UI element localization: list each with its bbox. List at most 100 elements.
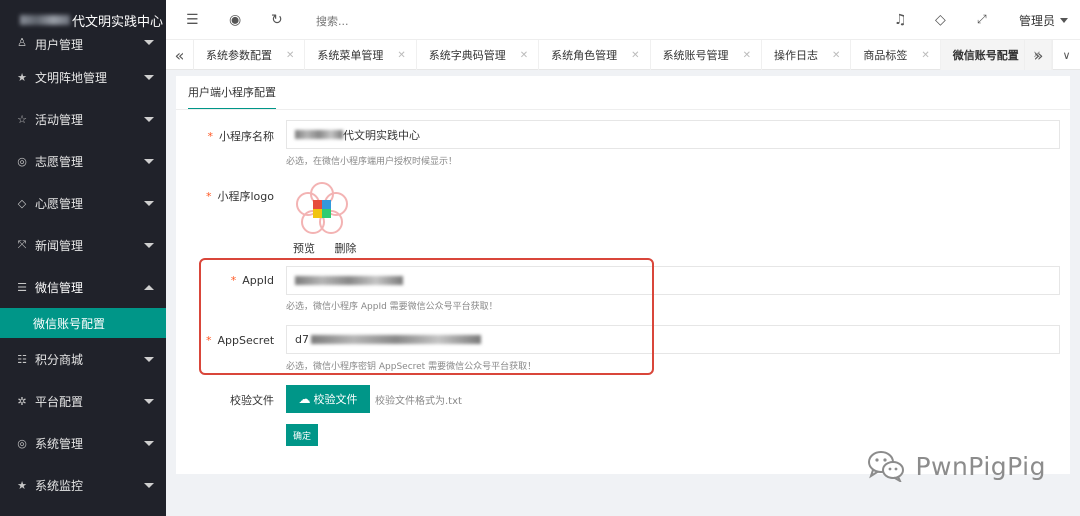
globe-icon[interactable]: ◉ <box>229 12 241 28</box>
tab-accounts[interactable]: 系统账号管理 ✕ <box>651 40 762 70</box>
tabs-dropdown-icon[interactable]: ∨ <box>1052 40 1080 70</box>
sidebar-item-label: 用户管理 <box>35 38 84 52</box>
confirm-button[interactable]: 确定 <box>286 424 318 446</box>
logo-preview-link[interactable]: 预览 <box>293 242 315 255</box>
watermark-text: PwnPigPig <box>915 451 1046 481</box>
verify-file-label: 校验文件 <box>230 394 274 407</box>
sidebar-item-platform-config[interactable]: ✲ 平台配置 <box>0 380 166 422</box>
sidebar-item-label: 文明阵地管理 <box>35 70 108 85</box>
chevron-down-icon <box>144 200 154 206</box>
gear-icon: ✲ <box>17 394 27 408</box>
tag-icon[interactable]: ◇ <box>935 12 946 28</box>
search-input[interactable] <box>316 11 516 31</box>
panel-tab-divider <box>176 109 1070 110</box>
tab-label: 商品标签 <box>863 49 908 62</box>
sidebar-item-wechat[interactable]: ☰ 微信管理 <box>0 266 166 308</box>
wechat-icon <box>867 450 905 484</box>
close-icon[interactable]: ✕ <box>743 50 751 61</box>
panel-tab-miniprogram[interactable]: 用户端小程序配置 <box>188 84 276 110</box>
sidebar-subitem-wechat-account[interactable]: 微信账号配置 <box>0 308 166 338</box>
tab-label: 系统账号管理 <box>662 49 729 62</box>
verify-file-button-label: 校验文件 <box>313 393 358 406</box>
sidebar-item-label: 心愿管理 <box>35 196 84 211</box>
chevron-down-icon <box>144 356 154 362</box>
shield-icon: ◎ <box>17 436 27 450</box>
expand-icon: ⤧ <box>17 238 27 251</box>
tab-label: 微信账号配置 <box>952 49 1019 62</box>
close-icon[interactable]: ✕ <box>921 50 929 61</box>
brand-title: 代文明实践中心 <box>0 0 166 40</box>
chevron-down-icon <box>144 398 154 404</box>
tab-dictionary[interactable]: 系统字典码管理 ✕ <box>417 40 540 70</box>
sidebar-item-users[interactable]: ♙ 用户管理 <box>0 36 166 56</box>
logo-delete-link[interactable]: 删除 <box>335 242 357 255</box>
brand-title-text: 代文明实践中心 <box>72 14 164 30</box>
tab-label: 系统菜单管理 <box>317 49 384 62</box>
refresh-icon[interactable]: ↻ <box>271 12 283 28</box>
tabs-scroll-left-icon[interactable]: « <box>166 40 194 70</box>
tabs-scroll-right-icon[interactable]: » <box>1024 40 1052 70</box>
name-value: 代文明实践中心 <box>343 128 420 142</box>
sidebar-item-wishes[interactable]: ◇ 心愿管理 <box>0 182 166 224</box>
brand-redacted <box>20 15 70 25</box>
name-hint: 必选，在微信小程序端用户授权时候显示！ <box>286 157 458 167</box>
fullscreen-icon[interactable]: ⤢ <box>977 12 987 27</box>
watermark: PwnPigPig <box>867 450 1046 484</box>
logo-actions: 预览 删除 <box>293 240 373 256</box>
star-icon: ★ <box>17 70 27 84</box>
sidebar-item-system-monitor[interactable]: ★ 系统监控 <box>0 464 166 506</box>
tab-label: 系统角色管理 <box>551 49 618 62</box>
logo-label-text: 小程序logo <box>217 190 275 203</box>
highlight-box <box>199 258 654 375</box>
admin-menu[interactable]: 管理员 <box>1019 12 1068 29</box>
tab-label: 系统字典码管理 <box>428 49 506 62</box>
tag-icon: ◇ <box>17 196 27 210</box>
sidebar-item-label: 志愿管理 <box>35 154 84 169</box>
shield-icon: ◎ <box>17 154 27 168</box>
tab-list: 系统参数配置 ✕ 系统菜单管理 ✕ 系统字典码管理 ✕ 系统角色管理 ✕ 系统账号管理 ✕… <box>194 40 1053 70</box>
sidebar-item-label: 活动管理 <box>35 112 84 127</box>
top-bar: ☰ ◉ ↻ ♫ ◇ ⤢ 管理员 <box>166 0 1080 40</box>
tab-system-menu[interactable]: 系统菜单管理 ✕ <box>305 40 417 70</box>
tab-label: 系统参数配置 <box>206 49 272 62</box>
tab-roles[interactable]: 系统角色管理 ✕ <box>539 40 651 70</box>
close-icon[interactable]: ✕ <box>286 50 294 61</box>
close-icon[interactable]: ✕ <box>520 50 528 61</box>
chevron-down-icon <box>144 40 154 45</box>
redacted-text <box>295 130 343 139</box>
bell-icon[interactable]: ♫ <box>894 12 907 28</box>
close-icon[interactable]: ✕ <box>631 50 639 61</box>
sidebar-item-label: 新闻管理 <box>35 238 84 253</box>
close-icon[interactable]: ✕ <box>397 50 405 61</box>
sidebar-item-label: 积分商城 <box>35 352 84 367</box>
verify-file-upload-button[interactable]: ☁ 校验文件 <box>286 385 370 413</box>
sidebar-item-civilization-sites[interactable]: ★ 文明阵地管理 <box>0 56 166 98</box>
star-outline-icon: ☆ <box>17 112 27 126</box>
sidebar-item-label: 系统监控 <box>35 478 84 493</box>
name-label-text: 小程序名称 <box>219 130 274 143</box>
chevron-up-icon <box>144 284 154 290</box>
tab-operation-log[interactable]: 操作日志 ✕ <box>762 40 852 70</box>
sidebar-item-points-mall[interactable]: ☷ 积分商城 <box>0 338 166 380</box>
name-label: * 小程序名称 <box>206 128 275 144</box>
chevron-down-icon <box>144 440 154 446</box>
sidebar-item-news[interactable]: ⤧ 新闻管理 <box>0 224 166 266</box>
close-icon[interactable]: ✕ <box>832 50 840 61</box>
menu-collapse-icon[interactable]: ☰ <box>186 12 199 28</box>
chevron-down-icon <box>144 158 154 164</box>
sidebar-subitem-label: 微信账号配置 <box>0 308 166 338</box>
sidebar: 代文明实践中心 ♙ 用户管理 ★ 文明阵地管理 ☆ 活动管理 ◎ 志愿管理 ◇ 心愿管理 … <box>0 0 166 516</box>
required-mark: * <box>207 130 214 143</box>
sidebar-item-label: 平台配置 <box>35 394 84 409</box>
caret-down-icon <box>1060 18 1068 23</box>
sidebar-item-activities[interactable]: ☆ 活动管理 <box>0 98 166 140</box>
sidebar-item-system-manage[interactable]: ◎ 系统管理 <box>0 422 166 464</box>
tab-system-params[interactable]: 系统参数配置 ✕ <box>194 40 306 70</box>
name-field[interactable]: 代文明实践中心 <box>286 120 1060 149</box>
chevron-down-icon <box>144 116 154 122</box>
sidebar-item-label: 系统管理 <box>35 436 84 451</box>
logo-image[interactable] <box>293 180 351 238</box>
tab-product-tags[interactable]: 商品标签 ✕ <box>851 40 941 70</box>
chevron-down-icon <box>144 242 154 248</box>
sidebar-item-volunteers[interactable]: ◎ 志愿管理 <box>0 140 166 182</box>
